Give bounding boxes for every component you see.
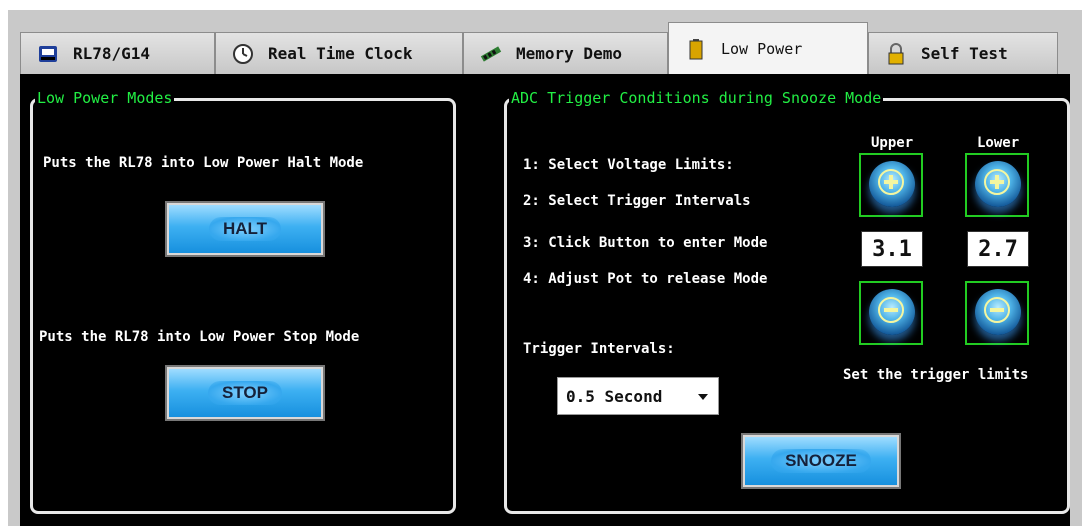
stop-description: Puts the RL78 into Low Power Stop Mode: [39, 329, 360, 345]
group-title: Low Power Modes: [35, 89, 175, 107]
clock-icon: [232, 43, 254, 65]
lower-increase-button[interactable]: [965, 153, 1029, 217]
tab-memory-demo[interactable]: Memory Demo: [463, 32, 668, 74]
snooze-button-label: SNOOZE: [771, 449, 871, 473]
stop-button-label: STOP: [208, 381, 282, 405]
lower-limit-value: 2.7: [967, 231, 1029, 267]
step-3: 3: Click Button to enter Mode: [523, 235, 768, 251]
upper-decrease-button[interactable]: [859, 281, 923, 345]
tab-label: Self Test: [921, 44, 1008, 63]
chevron-down-icon: [698, 394, 708, 400]
lower-decrease-button[interactable]: [965, 281, 1029, 345]
tab-self-test[interactable]: Self Test: [868, 32, 1058, 74]
tab-label: Memory Demo: [516, 44, 622, 63]
chip-logo-icon: [37, 43, 59, 65]
step-2: 2: Select Trigger Intervals: [523, 193, 751, 209]
step-1: 1: Select Voltage Limits:: [523, 157, 734, 173]
tab-real-time-clock[interactable]: Real Time Clock: [215, 32, 463, 74]
trigger-intervals-label: Trigger Intervals:: [523, 341, 675, 357]
tab-content-panel: Low Power Modes Puts the RL78 into Low P…: [8, 74, 1082, 526]
trigger-interval-value: 0.5 Second: [566, 386, 663, 406]
tab-label: Low Power: [721, 39, 803, 58]
tab-label: Real Time Clock: [268, 44, 413, 63]
plus-icon: [878, 169, 904, 195]
tab-label: RL78/G14: [73, 44, 151, 63]
lower-label: Lower: [977, 135, 1020, 151]
stop-button[interactable]: STOP: [165, 365, 325, 421]
upper-label: Upper: [871, 135, 914, 151]
app-window: RL78/G14 Real Time Clock Memory Demo Low…: [8, 10, 1082, 526]
group-title: ADC Trigger Conditions during Snooze Mod…: [509, 89, 884, 107]
halt-button[interactable]: HALT: [165, 201, 325, 257]
upper-increase-button[interactable]: [859, 153, 923, 217]
minus-icon: [878, 297, 904, 323]
snooze-button[interactable]: SNOOZE: [741, 433, 901, 489]
adc-trigger-group: ADC Trigger Conditions during Snooze Mod…: [504, 89, 1070, 514]
upper-limit-value: 3.1: [861, 231, 923, 267]
memory-chip-icon: [480, 43, 502, 65]
halt-description: Puts the RL78 into Low Power Halt Mode: [43, 155, 364, 171]
trigger-interval-select[interactable]: 0.5 Second: [557, 377, 719, 415]
plus-icon: [984, 169, 1010, 195]
battery-icon: [685, 38, 707, 60]
padlock-icon: [885, 42, 907, 65]
minus-icon: [984, 297, 1010, 323]
step-4: 4: Adjust Pot to release Mode: [523, 271, 768, 287]
tab-rl78-g14[interactable]: RL78/G14: [20, 32, 215, 74]
halt-button-label: HALT: [208, 217, 282, 241]
low-power-modes-group: Low Power Modes Puts the RL78 into Low P…: [30, 89, 456, 514]
tab-low-power[interactable]: Low Power: [668, 22, 868, 74]
limits-caption: Set the trigger limits: [843, 367, 1029, 383]
